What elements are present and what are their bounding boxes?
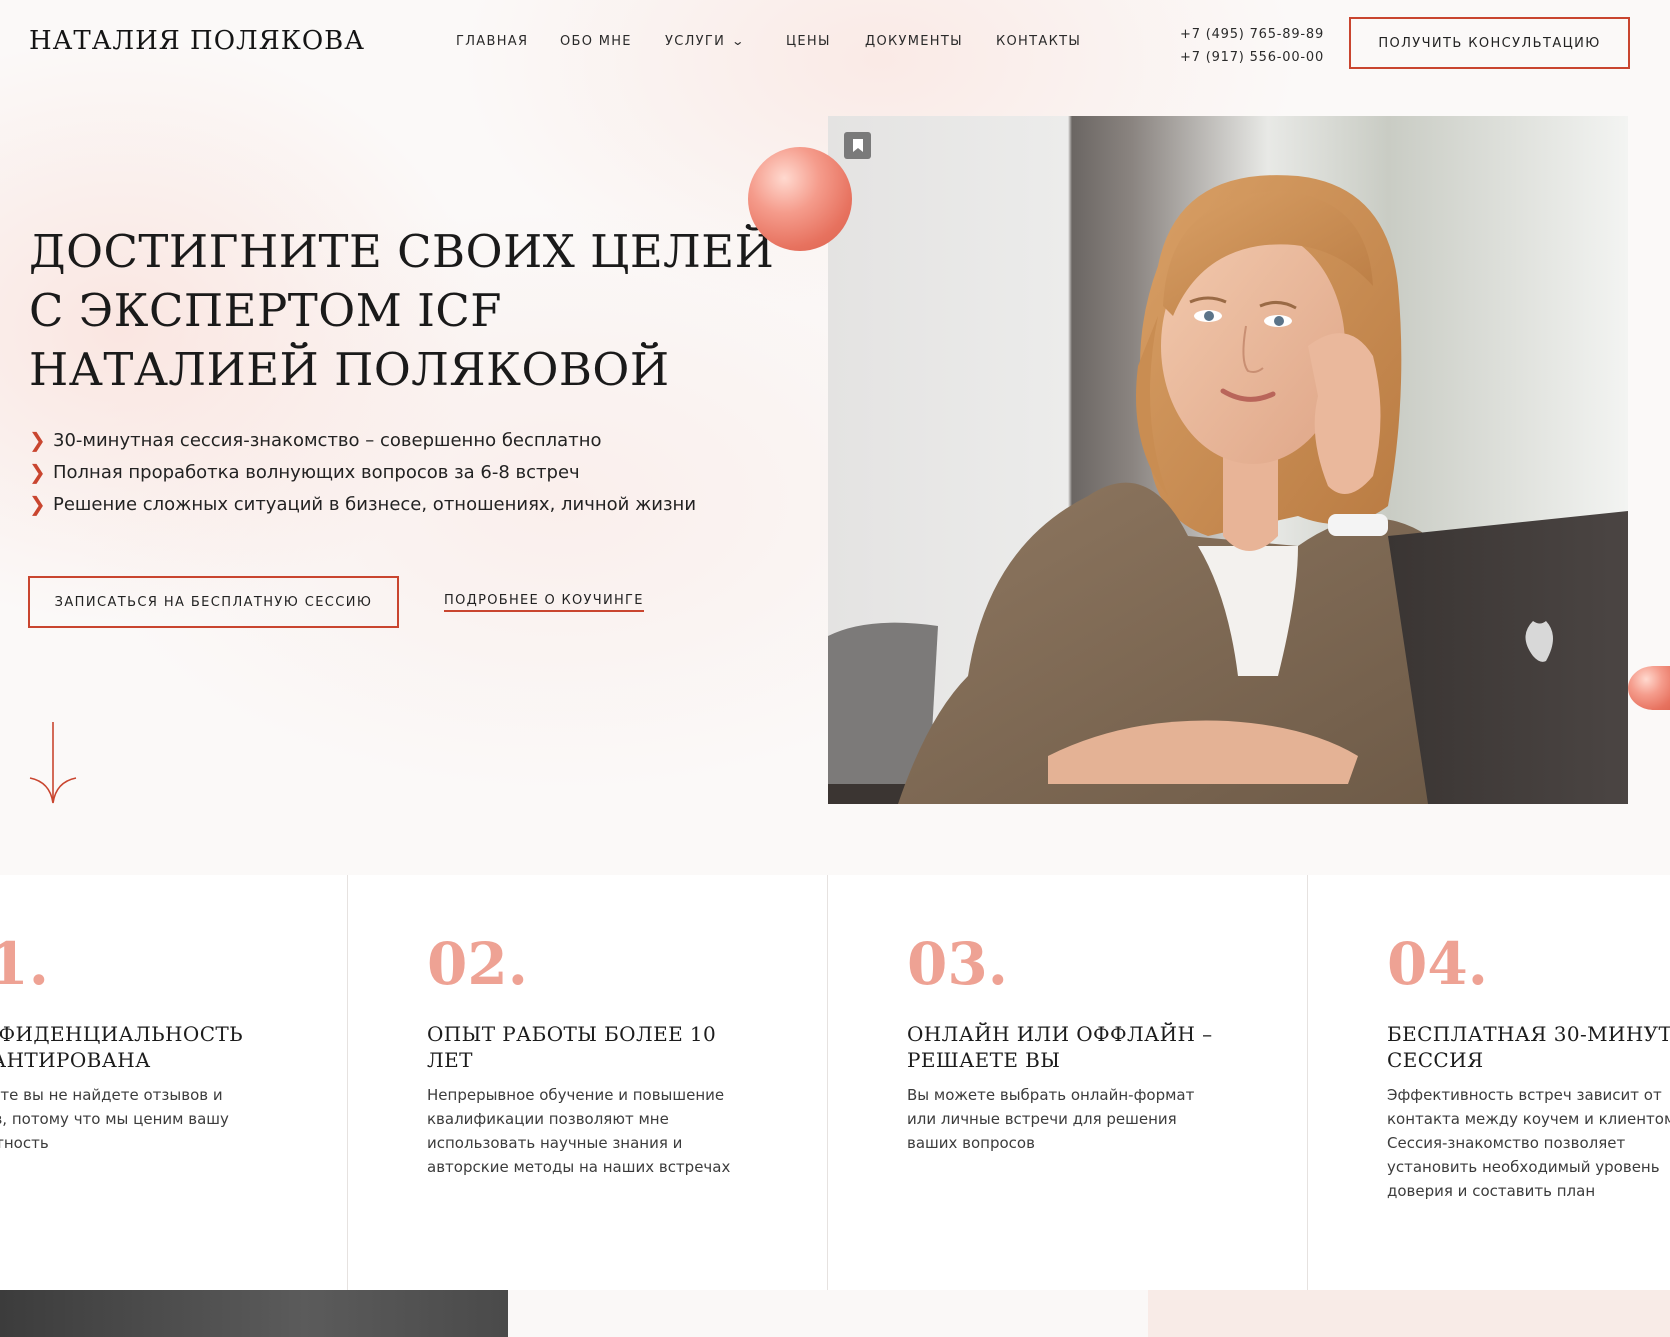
feature-text-line: установить необходимый уровень bbox=[1387, 1158, 1660, 1176]
feature-text-line: использовать научные знания и bbox=[427, 1134, 683, 1152]
nav-item-prices[interactable]: ЦЕНЫ bbox=[786, 34, 831, 49]
bullet-text: Полная проработка волнующих вопросов за … bbox=[53, 461, 580, 483]
feature-text-line: ваших вопросов bbox=[907, 1134, 1035, 1152]
hero-portrait-photo bbox=[828, 116, 1628, 804]
arrow-down-icon[interactable] bbox=[28, 720, 78, 810]
next-section-panel bbox=[1148, 1290, 1670, 1337]
feature-text: На сайте вы не найдете отзывов и кейсов,… bbox=[0, 1083, 229, 1155]
feature-card: 02. ОПЫТ РАБОТЫ БОЛЕЕ 10 ЛЕТ Непрерывное… bbox=[427, 875, 807, 1290]
feature-text-line: На сайте вы не найдете отзывов и bbox=[0, 1086, 223, 1104]
hero-title: ДОСТИГНИТЕ СВОИХ ЦЕЛЕЙ С ЭКСПЕРТОМ ICF Н… bbox=[29, 222, 775, 399]
feature-title-line: ГАРАНТИРОВАНА bbox=[0, 1048, 151, 1072]
list-item: ❯ Решение сложных ситуаций в бизнесе, отн… bbox=[29, 488, 696, 520]
feature-text-line: Сессия-знакомство позволяет bbox=[1387, 1134, 1626, 1152]
feature-text-line: приватность bbox=[0, 1134, 49, 1152]
phone-link-2[interactable]: +7 (917) 556-00-00 bbox=[1180, 46, 1324, 69]
next-section-image bbox=[0, 1290, 508, 1337]
feature-number: 01. bbox=[0, 930, 49, 998]
feature-text: Эффективность встреч зависит от контакта… bbox=[1387, 1083, 1670, 1203]
feature-text-line: доверия и составить план bbox=[1387, 1182, 1596, 1200]
hero-title-line: С ЭКСПЕРТОМ ICF bbox=[29, 284, 503, 337]
chevron-right-icon: ❯ bbox=[29, 428, 46, 452]
nav-item-documents[interactable]: ДОКУМЕНТЫ bbox=[865, 34, 963, 49]
feature-number: 03. bbox=[907, 930, 1008, 998]
decorative-sphere bbox=[748, 147, 852, 251]
nav-item-home[interactable]: ГЛАВНАЯ bbox=[456, 34, 528, 49]
nav-item-about[interactable]: ОБО МНЕ bbox=[560, 34, 632, 49]
feature-text: Непрерывное обучение и повышение квалифи… bbox=[427, 1083, 730, 1179]
feature-text-line: контакта между коучем и клиентом. bbox=[1387, 1110, 1670, 1128]
feature-title-line: ОПЫТ РАБОТЫ БОЛЕЕ 10 bbox=[427, 1022, 717, 1046]
feature-title-line: РЕШАЕТЕ ВЫ bbox=[907, 1048, 1061, 1072]
feature-title: БЕСПЛАТНАЯ 30-МИНУТНАЯ СЕССИЯ bbox=[1387, 1021, 1670, 1073]
feature-text-line: Непрерывное обучение и повышение bbox=[427, 1086, 725, 1104]
bullet-text: Решение сложных ситуаций в бизнесе, отно… bbox=[53, 493, 697, 515]
chevron-right-icon: ❯ bbox=[29, 492, 46, 516]
feature-number: 02. bbox=[427, 930, 528, 998]
free-session-button[interactable]: ЗАПИСАТЬСЯ НА БЕСПЛАТНУЮ СЕССИЮ bbox=[28, 576, 399, 628]
chevron-right-icon: ❯ bbox=[29, 460, 46, 484]
features-section: 01. КОНФИДЕНЦИАЛЬНОСТЬ ГАРАНТИРОВАНА На … bbox=[0, 875, 1670, 1290]
phone-link-1[interactable]: +7 (495) 765-89-89 bbox=[1180, 23, 1324, 46]
nav-item-contacts[interactable]: КОНТАКТЫ bbox=[996, 34, 1081, 49]
divider bbox=[827, 875, 828, 1290]
hero-title-line: НАТАЛИЕЙ ПОЛЯКОВОЙ bbox=[29, 343, 670, 396]
nav-item-services-label: УСЛУГИ bbox=[665, 34, 726, 49]
feature-text-line: Эффективность встреч зависит от bbox=[1387, 1086, 1662, 1104]
get-consultation-button[interactable]: ПОЛУЧИТЬ КОНСУЛЬТАЦИЮ bbox=[1349, 17, 1630, 69]
feature-text: Вы можете выбрать онлайн-формат или личн… bbox=[907, 1083, 1194, 1155]
feature-text-line: квалификации позволяют мне bbox=[427, 1110, 669, 1128]
site-logo[interactable]: НАТАЛИЯ ПОЛЯКОВА bbox=[29, 26, 365, 56]
feature-title: ОНЛАЙН ИЛИ ОФФЛАЙН – РЕШАЕТЕ ВЫ bbox=[907, 1021, 1213, 1073]
hero-bullet-list: ❯ 30-минутная сессия-знакомство – соверше… bbox=[29, 424, 696, 520]
feature-text-line: авторские методы на наших встречах bbox=[427, 1158, 731, 1176]
feature-card: 01. КОНФИДЕНЦИАЛЬНОСТЬ ГАРАНТИРОВАНА На … bbox=[0, 875, 346, 1290]
feature-text-line: кейсов, потому что мы ценим вашу bbox=[0, 1110, 229, 1128]
list-item: ❯ Полная проработка волнующих вопросов за… bbox=[29, 456, 696, 488]
feature-title: ОПЫТ РАБОТЫ БОЛЕЕ 10 ЛЕТ bbox=[427, 1021, 716, 1073]
feature-title-line: ЛЕТ bbox=[427, 1048, 473, 1072]
hero-title-line: ДОСТИГНИТЕ СВОИХ ЦЕЛЕЙ bbox=[29, 225, 775, 278]
chevron-down-icon: ⌄ bbox=[731, 34, 747, 48]
bookmark-icon[interactable] bbox=[844, 132, 871, 159]
bullet-text: 30-минутная сессия-знакомство – совершен… bbox=[53, 429, 602, 451]
feature-title-line: БЕСПЛАТНАЯ 30-МИНУТНАЯ bbox=[1387, 1022, 1670, 1046]
divider bbox=[1307, 875, 1308, 1290]
list-item: ❯ 30-минутная сессия-знакомство – соверше… bbox=[29, 424, 696, 456]
feature-text-line: Вы можете выбрать онлайн-формат bbox=[907, 1086, 1195, 1104]
feature-card: 03. ОНЛАЙН ИЛИ ОФФЛАЙН – РЕШАЕТЕ ВЫ Вы м… bbox=[907, 875, 1287, 1290]
feature-title-line: КОНФИДЕНЦИАЛЬНОСТЬ bbox=[0, 1022, 244, 1046]
more-about-coaching-link[interactable]: ПОДРОБНЕЕ О КОУЧИНГЕ bbox=[444, 593, 644, 612]
feature-card: 04. БЕСПЛАТНАЯ 30-МИНУТНАЯ СЕССИЯ Эффект… bbox=[1387, 875, 1670, 1290]
feature-title-line: СЕССИЯ bbox=[1387, 1048, 1484, 1072]
feature-number: 04. bbox=[1387, 930, 1488, 998]
feature-title: КОНФИДЕНЦИАЛЬНОСТЬ ГАРАНТИРОВАНА bbox=[0, 1021, 243, 1073]
phone-block: +7 (495) 765-89-89 +7 (917) 556-00-00 bbox=[1180, 23, 1324, 69]
nav-item-services[interactable]: УСЛУГИ ⌄ bbox=[665, 34, 745, 49]
feature-text-line: или личные встречи для решения bbox=[907, 1110, 1177, 1128]
divider bbox=[347, 875, 348, 1290]
next-section-panel bbox=[508, 1290, 1148, 1337]
feature-title-line: ОНЛАЙН ИЛИ ОФФЛАЙН – bbox=[907, 1022, 1213, 1046]
